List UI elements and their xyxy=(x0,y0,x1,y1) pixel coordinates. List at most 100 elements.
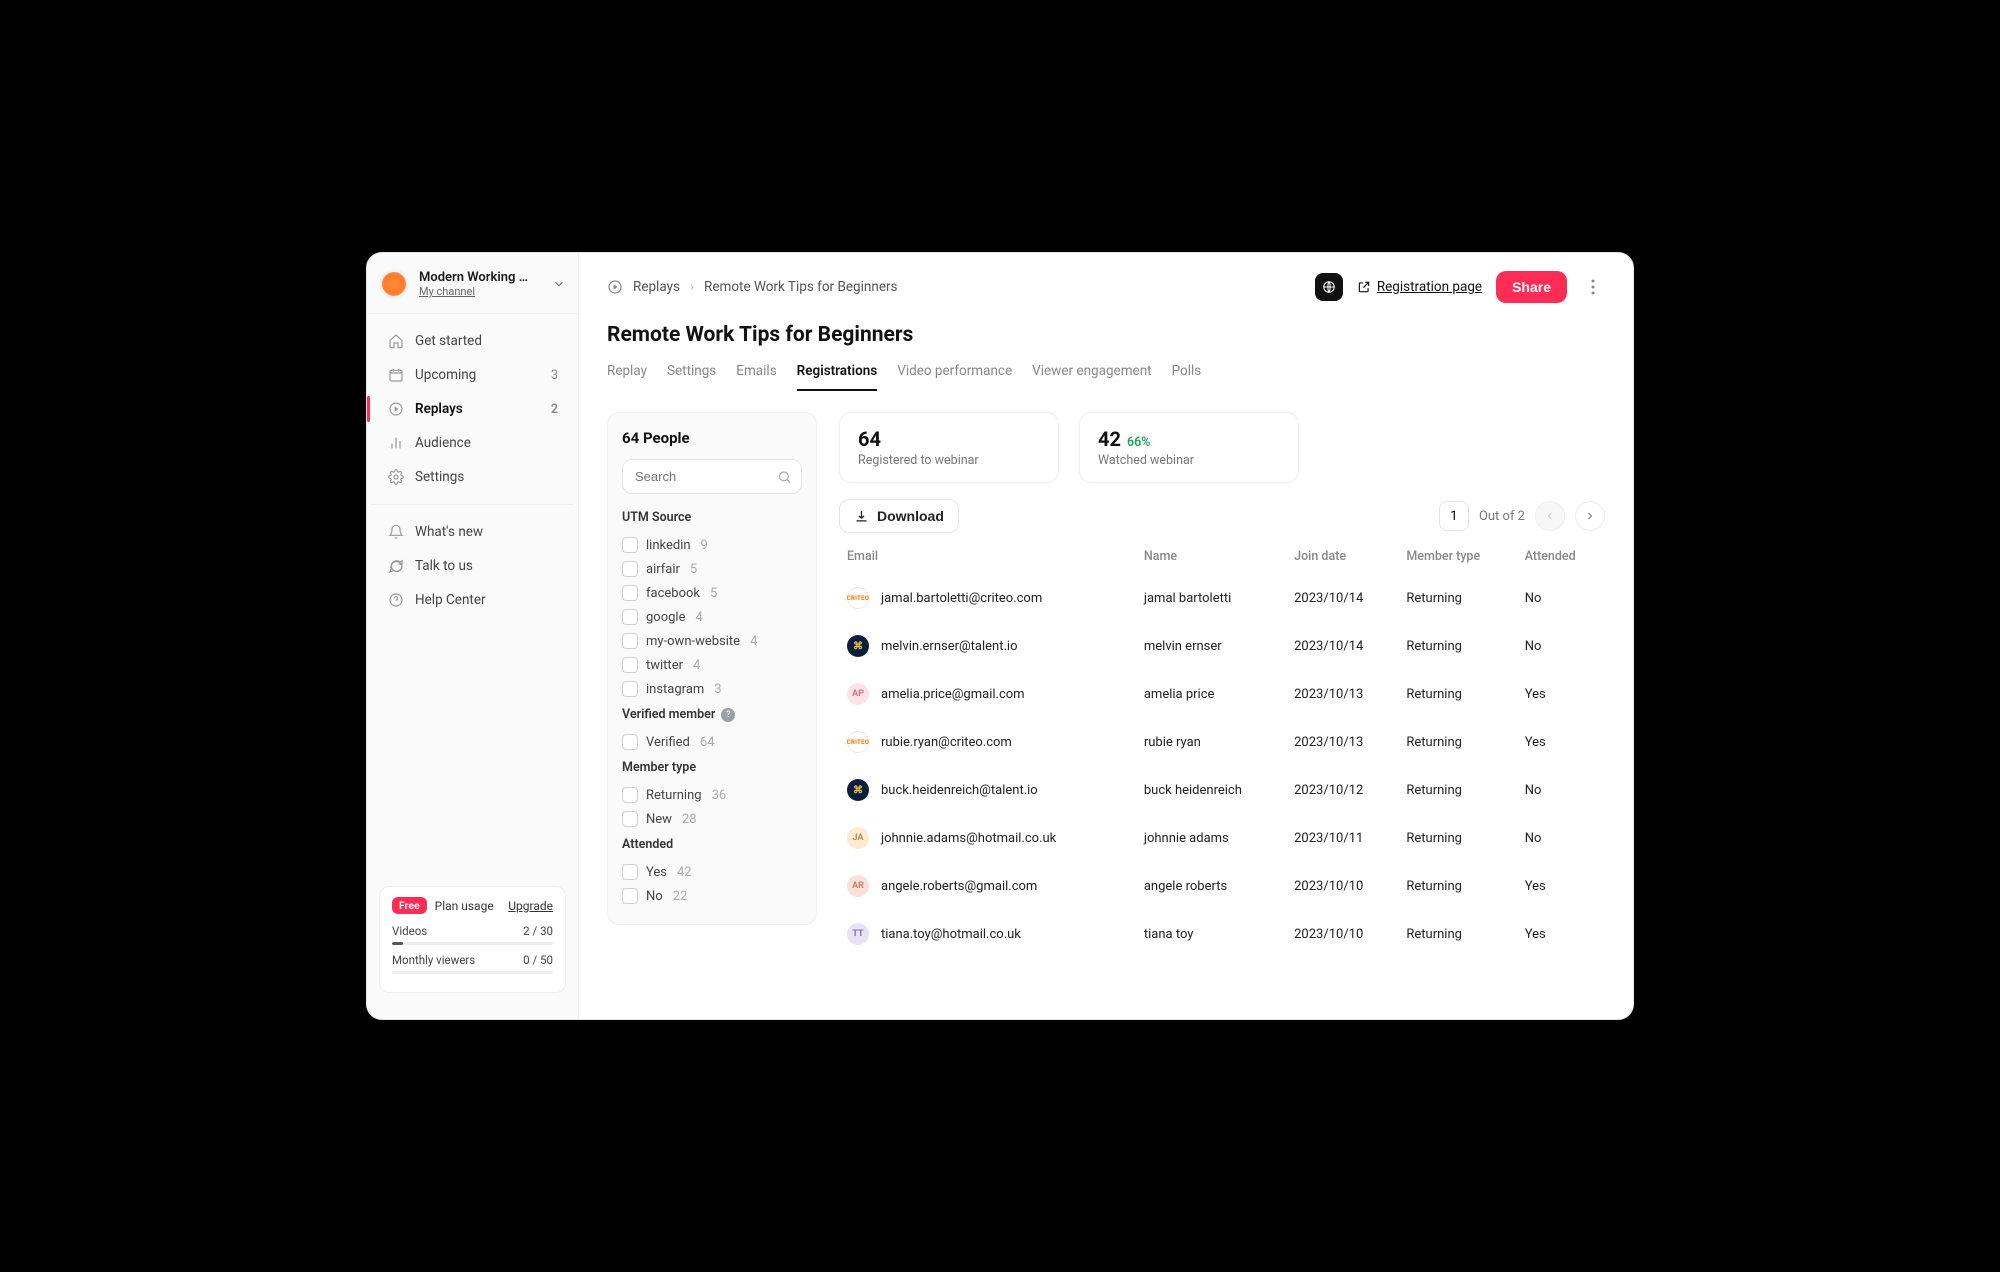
page-input[interactable]: 1 xyxy=(1439,501,1469,531)
cell-email: melvin.ernser@talent.io xyxy=(881,639,1018,654)
channel-switcher[interactable]: Modern Working … My channel xyxy=(367,265,578,313)
cell-email: johnnie.adams@hotmail.co.uk xyxy=(881,831,1056,846)
filter-group-label: UTM Source xyxy=(622,510,802,525)
company-logo-icon: ⌘ xyxy=(847,779,869,801)
option-count: 3 xyxy=(714,682,721,697)
checkbox[interactable] xyxy=(622,585,638,601)
nav-icon xyxy=(387,468,405,486)
cell-date: 2023/10/11 xyxy=(1286,814,1398,862)
filter-option[interactable]: No 22 xyxy=(622,884,802,908)
filter-option[interactable]: airfair 5 xyxy=(622,557,802,581)
filter-group-label: Attended xyxy=(622,837,802,852)
cell-name: amelia price xyxy=(1136,670,1286,718)
checkbox[interactable] xyxy=(622,561,638,577)
stat-label: Registered to webinar xyxy=(858,453,1040,468)
option-count: 9 xyxy=(701,538,708,553)
filter-option[interactable]: facebook 5 xyxy=(622,581,802,605)
tab-polls[interactable]: Polls xyxy=(1172,357,1202,391)
filter-option[interactable]: twitter 4 xyxy=(622,653,802,677)
option-label: Yes xyxy=(646,865,667,880)
more-menu-button[interactable] xyxy=(1581,273,1605,301)
filter-option[interactable]: Verified 64 xyxy=(622,730,802,754)
checkbox[interactable] xyxy=(622,864,638,880)
filter-group-label: Member type xyxy=(622,760,802,775)
option-count: 22 xyxy=(673,889,688,904)
column-header[interactable]: Join date xyxy=(1286,539,1398,574)
table-row[interactable]: TTtiana.toy@hotmail.co.uktiana toy2023/1… xyxy=(839,910,1605,958)
globe-button[interactable] xyxy=(1315,273,1343,301)
checkbox[interactable] xyxy=(622,609,638,625)
checkbox[interactable] xyxy=(622,633,638,649)
registration-page-link[interactable]: Registration page xyxy=(1357,279,1482,295)
nav-label: What's new xyxy=(415,524,483,540)
sidebar-item-audience[interactable]: Audience xyxy=(377,426,568,460)
upgrade-link[interactable]: Upgrade xyxy=(508,899,553,913)
checkbox[interactable] xyxy=(622,657,638,673)
company-logo-icon: CRITEO xyxy=(847,731,869,753)
filter-option[interactable]: New 28 xyxy=(622,807,802,831)
column-header[interactable]: Name xyxy=(1136,539,1286,574)
filter-option[interactable]: linkedin 9 xyxy=(622,533,802,557)
page-prev-button[interactable] xyxy=(1535,501,1565,531)
tab-emails[interactable]: Emails xyxy=(736,357,776,391)
search-input[interactable] xyxy=(622,459,802,494)
sidebar-item-help-center[interactable]: Help Center xyxy=(377,583,568,617)
filter-option[interactable]: instagram 3 xyxy=(622,677,802,701)
table-row[interactable]: CRITEOjamal.bartoletti@criteo.comjamal b… xyxy=(839,574,1605,622)
table-row[interactable]: CRITEOrubie.ryan@criteo.comrubie ryan202… xyxy=(839,718,1605,766)
table-row[interactable]: ARangele.roberts@gmail.comangele roberts… xyxy=(839,862,1605,910)
checkbox[interactable] xyxy=(622,888,638,904)
sidebar-item-upcoming[interactable]: Upcoming3 xyxy=(377,358,568,392)
checkbox[interactable] xyxy=(622,537,638,553)
filter-option[interactable]: Returning 36 xyxy=(622,783,802,807)
table-row[interactable]: JAjohnnie.adams@hotmail.co.ukjohnnie ada… xyxy=(839,814,1605,862)
help-icon[interactable]: ? xyxy=(721,708,735,722)
cell-date: 2023/10/13 xyxy=(1286,670,1398,718)
cell-email: jamal.bartoletti@criteo.com xyxy=(881,591,1042,606)
nav-label: Talk to us xyxy=(415,558,473,574)
cell-name: tiana toy xyxy=(1136,910,1286,958)
download-button[interactable]: Download xyxy=(839,499,959,533)
tab-registrations[interactable]: Registrations xyxy=(797,357,878,391)
breadcrumb: Replays › Remote Work Tips for Beginners xyxy=(607,279,898,295)
sidebar-item-what-s-new[interactable]: What's new xyxy=(377,515,568,549)
table-row[interactable]: APamelia.price@gmail.comamelia price2023… xyxy=(839,670,1605,718)
filter-option[interactable]: my-own-website 4 xyxy=(622,629,802,653)
filter-panel: 64 People UTM Sourcelinkedin 9airfair 5f… xyxy=(607,412,817,925)
column-header[interactable]: Attended xyxy=(1517,539,1605,574)
tab-replay[interactable]: Replay xyxy=(607,357,647,391)
column-header[interactable]: Email xyxy=(839,539,1136,574)
cell-date: 2023/10/10 xyxy=(1286,862,1398,910)
checkbox[interactable] xyxy=(622,681,638,697)
stat-pct: 66% xyxy=(1127,435,1151,450)
checkbox[interactable] xyxy=(622,787,638,803)
sidebar-item-get-started[interactable]: Get started xyxy=(377,324,568,358)
column-header[interactable]: Member type xyxy=(1398,539,1516,574)
main: Replays › Remote Work Tips for Beginners… xyxy=(579,253,1633,1019)
sidebar-item-replays[interactable]: Replays2 xyxy=(377,392,568,426)
table-row[interactable]: ⌘melvin.ernser@talent.iomelvin ernser202… xyxy=(839,622,1605,670)
page-next-button[interactable] xyxy=(1575,501,1605,531)
checkbox[interactable] xyxy=(622,734,638,750)
nav-count: 2 xyxy=(551,402,558,417)
pagination: 1 Out of 2 xyxy=(1439,501,1605,531)
tab-settings[interactable]: Settings xyxy=(667,357,716,391)
stat-card: 4266%Watched webinar xyxy=(1079,412,1299,483)
table-row[interactable]: ⌘buck.heidenreich@talent.iobuck heidenre… xyxy=(839,766,1605,814)
option-count: 64 xyxy=(700,735,715,750)
tab-video-performance[interactable]: Video performance xyxy=(897,357,1012,391)
checkbox[interactable] xyxy=(622,811,638,827)
cell-date: 2023/10/12 xyxy=(1286,766,1398,814)
avatar: AP xyxy=(847,683,869,705)
crumb-root[interactable]: Replays xyxy=(633,279,680,295)
filter-option[interactable]: google 4 xyxy=(622,605,802,629)
plan-label: Plan usage xyxy=(435,899,494,913)
sidebar-item-talk-to-us[interactable]: Talk to us xyxy=(377,549,568,583)
filter-option[interactable]: Yes 42 xyxy=(622,860,802,884)
play-circle-icon xyxy=(607,279,623,295)
cell-attended: No xyxy=(1517,814,1605,862)
sidebar-item-settings[interactable]: Settings xyxy=(377,460,568,494)
tab-viewer-engagement[interactable]: Viewer engagement xyxy=(1032,357,1151,391)
cell-name: jamal bartoletti xyxy=(1136,574,1286,622)
share-button[interactable]: Share xyxy=(1496,271,1567,303)
